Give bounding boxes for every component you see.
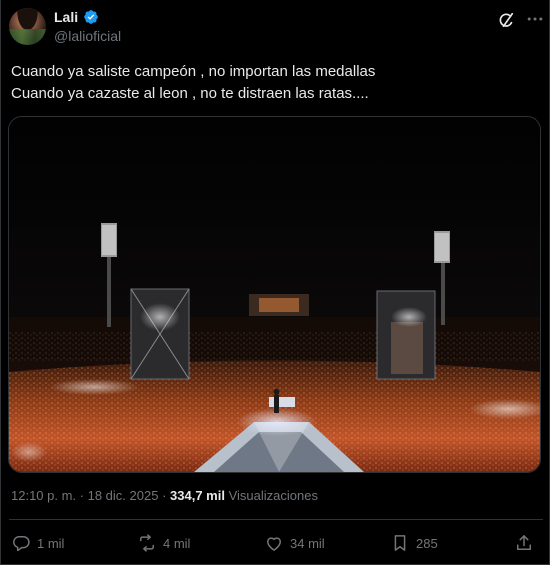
tweet-text-line: Cuando ya saliste campeón , no importan …	[11, 63, 376, 80]
meta-separator: ·	[158, 488, 171, 503]
repost-icon	[140, 534, 154, 552]
share-icon	[517, 535, 531, 550]
like-count: 34 mil	[290, 535, 325, 551]
avatar-foliage	[9, 29, 46, 45]
share-button[interactable]	[514, 533, 534, 553]
tweet-time[interactable]: 12:10 p. m.	[11, 488, 76, 503]
tweet-meta: 12:10 p. m. · 18 dic. 2025 · 334,7 mil V…	[11, 488, 318, 503]
grok-icon[interactable]	[496, 10, 516, 30]
tweet-card: Lali @lalioficial Cuando ya saliste camp…	[0, 0, 550, 565]
views-count: 334,7 mil	[170, 488, 225, 503]
repost-button[interactable]: 4 mil	[137, 533, 190, 553]
avatar[interactable]	[9, 8, 46, 45]
author-display-name[interactable]: Lali	[54, 9, 78, 25]
bookmark-icon	[394, 535, 406, 551]
meta-separator: ·	[76, 488, 88, 503]
like-button[interactable]: 34 mil	[264, 533, 325, 553]
divider	[9, 519, 543, 520]
reply-button[interactable]: 1 mil	[11, 533, 64, 553]
more-options-icon[interactable]	[525, 9, 545, 29]
tweet-text-line: Cuando ya cazaste al leon , no te distra…	[11, 85, 369, 102]
reply-icon	[13, 536, 30, 552]
reply-count: 1 mil	[37, 535, 65, 551]
tweet-text: Cuando ya saliste campeón , no importan …	[11, 61, 541, 105]
author-name-row: Lali	[54, 9, 99, 25]
bookmark-button[interactable]: 285	[390, 533, 438, 553]
stadium-concert-photo	[9, 117, 540, 472]
author-handle[interactable]: @lalioficial	[54, 28, 121, 44]
repost-count: 4 mil	[163, 535, 191, 551]
tweet-photo[interactable]	[8, 116, 541, 473]
like-icon	[267, 537, 281, 551]
action-bar: 1 mil 4 mil 34 mil 285	[1, 531, 550, 559]
bookmark-count: 285	[416, 535, 438, 551]
tweet-date[interactable]: 18 dic. 2025	[88, 488, 159, 503]
views-label: Visualizaciones	[228, 488, 318, 503]
verified-badge-icon	[84, 10, 98, 24]
